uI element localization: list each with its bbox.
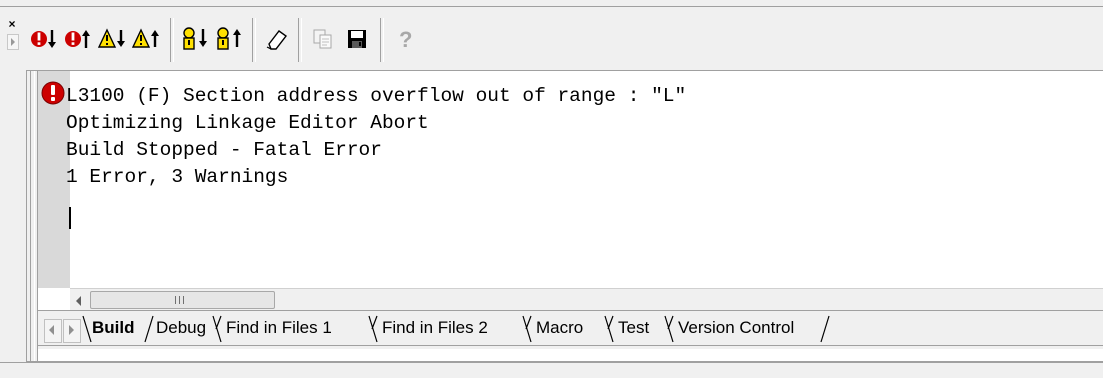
scrollbar-thumb[interactable] bbox=[90, 291, 275, 309]
toolbar-separator bbox=[380, 18, 384, 62]
eraser-icon bbox=[266, 30, 287, 50]
close-icon[interactable]: × bbox=[6, 18, 18, 30]
tab-divider bbox=[604, 315, 614, 343]
output-tab-bar: Build Debug Find in Files 1 Find in File… bbox=[38, 310, 1103, 349]
tag-up-icon bbox=[217, 27, 241, 50]
help-button[interactable]: ? bbox=[388, 22, 422, 56]
next-error-button[interactable] bbox=[28, 22, 62, 56]
tab-scroll-right-button[interactable] bbox=[63, 319, 81, 343]
copy-button[interactable] bbox=[306, 22, 340, 56]
question-icon: ? bbox=[399, 27, 412, 52]
tag-down-icon bbox=[183, 27, 207, 50]
floppy-disk-icon bbox=[348, 30, 366, 48]
tab-build[interactable]: Build bbox=[92, 315, 135, 341]
tab-divider bbox=[664, 315, 674, 343]
tab-find-in-files-2[interactable]: Find in Files 2 bbox=[382, 315, 488, 341]
tab-baseline bbox=[38, 345, 1103, 346]
window-bottom-edge bbox=[0, 362, 1103, 378]
error-down-icon bbox=[31, 30, 56, 48]
horizontal-scrollbar[interactable] bbox=[70, 288, 1103, 311]
tab-divider bbox=[144, 315, 154, 343]
tab-find-in-files-1[interactable]: Find in Files 1 bbox=[226, 315, 332, 341]
next-warning-button[interactable] bbox=[96, 22, 130, 56]
previous-warning-button[interactable] bbox=[130, 22, 164, 56]
output-line[interactable]: Optimizing Linkage Editor Abort bbox=[66, 111, 429, 135]
tab-divider bbox=[820, 315, 830, 343]
toolbar-separator bbox=[170, 18, 174, 62]
toolbar-separator bbox=[298, 18, 302, 62]
tab-debug[interactable]: Debug bbox=[156, 315, 206, 341]
dock-border bbox=[27, 71, 38, 361]
warning-down-icon bbox=[98, 28, 125, 48]
output-line[interactable]: 1 Error, 3 Warnings bbox=[66, 165, 288, 189]
previous-error-button[interactable] bbox=[62, 22, 96, 56]
scrollbar-grip-icon bbox=[173, 296, 187, 304]
output-line[interactable]: Build Stopped - Fatal Error bbox=[66, 138, 382, 162]
previous-tagged-button[interactable] bbox=[212, 22, 246, 56]
expand-arrow-icon[interactable] bbox=[7, 34, 19, 50]
tab-divider bbox=[82, 315, 92, 343]
tab-version-control[interactable]: Version Control bbox=[678, 315, 794, 341]
warning-up-icon bbox=[132, 28, 159, 48]
save-button[interactable] bbox=[340, 22, 374, 56]
error-up-icon bbox=[65, 30, 90, 48]
toolbar-gripper[interactable]: × bbox=[6, 18, 20, 62]
output-toolbar: ? bbox=[26, 12, 1103, 68]
error-marker-icon bbox=[41, 81, 65, 105]
window-top-edge bbox=[0, 0, 1103, 7]
next-tagged-button[interactable] bbox=[178, 22, 212, 56]
clear-button[interactable] bbox=[260, 22, 294, 56]
tab-macro[interactable]: Macro bbox=[536, 315, 583, 341]
output-line[interactable]: L3100 (F) Section address overflow out o… bbox=[66, 84, 686, 108]
text-caret bbox=[69, 207, 71, 229]
scroll-left-arrow-icon[interactable] bbox=[74, 293, 86, 307]
toolbar-separator bbox=[252, 18, 256, 62]
tab-test[interactable]: Test bbox=[618, 315, 649, 341]
tab-divider bbox=[368, 315, 378, 343]
tab-scroll-left-button[interactable] bbox=[44, 319, 62, 343]
output-window: L3100 (F) Section address overflow out o… bbox=[26, 70, 1103, 362]
tab-divider bbox=[522, 315, 532, 343]
copy-icon bbox=[313, 29, 332, 49]
svg-text:?: ? bbox=[399, 27, 412, 52]
tab-divider bbox=[212, 315, 222, 343]
